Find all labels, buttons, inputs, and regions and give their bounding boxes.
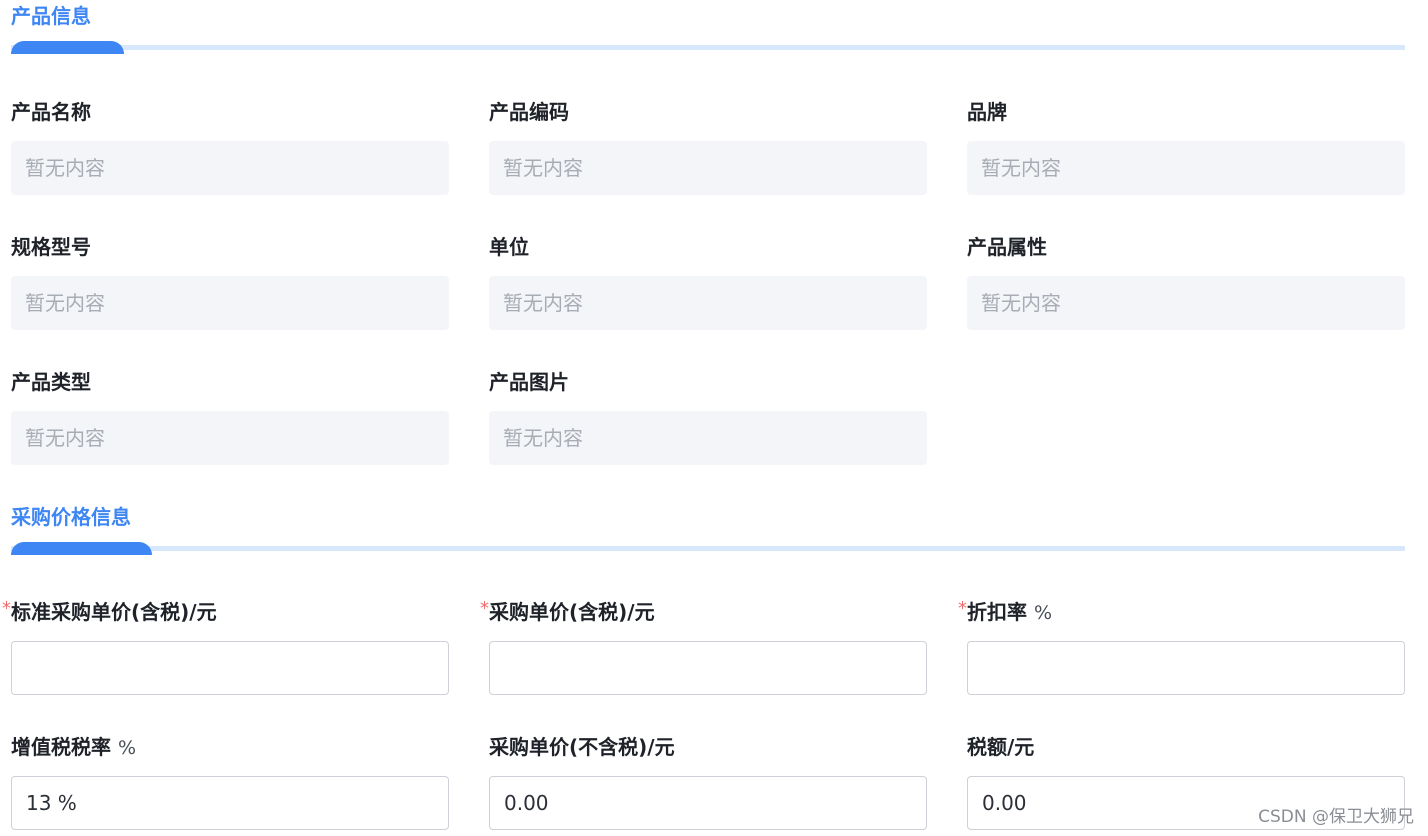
- product-image-display: 暂无内容: [489, 411, 927, 465]
- field-purchase-price-tax-incl: * 采购单价(含税)/元: [480, 598, 927, 695]
- field-spec-model: 规格型号 暂无内容: [11, 235, 449, 330]
- field-label: 采购单价(不含税)/元: [489, 735, 675, 759]
- field-product-code: 产品编码 暂无内容: [489, 100, 927, 195]
- discount-rate-input[interactable]: [967, 641, 1405, 695]
- section-divider: [11, 41, 1405, 54]
- required-mark: *: [2, 598, 11, 619]
- field-label: 增值税税率 %: [11, 735, 137, 759]
- purchase-price-tax-incl-input[interactable]: [489, 641, 927, 695]
- vat-rate-input[interactable]: 13 %: [11, 776, 449, 830]
- field-label: 产品编码: [489, 100, 569, 124]
- required-mark: *: [958, 598, 967, 619]
- field-vat-rate: 增值税税率 % 13 %: [11, 735, 449, 830]
- field-label: * 折扣率 %: [958, 598, 1053, 624]
- field-discount-rate: * 折扣率 %: [958, 598, 1405, 695]
- brand-display: 暂无内容: [967, 141, 1405, 195]
- unit-label: %: [1033, 602, 1053, 624]
- purchase-price-section-header: 采购价格信息: [11, 505, 1405, 555]
- field-product-name: 产品名称 暂无内容: [11, 100, 449, 195]
- field-standard-purchase-price: * 标准采购单价(含税)/元: [2, 598, 449, 695]
- field-label: 单位: [489, 235, 529, 259]
- field-product-attribute: 产品属性 暂无内容: [967, 235, 1405, 330]
- product-name-display: 暂无内容: [11, 141, 449, 195]
- field-label: 规格型号: [11, 235, 91, 259]
- watermark: CSDN @保卫大狮兄: [1258, 807, 1414, 827]
- field-label: * 采购单价(含税)/元: [480, 598, 655, 624]
- field-unit: 单位 暂无内容: [489, 235, 927, 330]
- product-code-display: 暂无内容: [489, 141, 927, 195]
- section-divider: [11, 542, 1405, 555]
- field-label: * 标准采购单价(含税)/元: [2, 598, 217, 624]
- field-product-type: 产品类型 暂无内容: [11, 370, 449, 465]
- section-title-purchase-price: 采购价格信息: [11, 505, 131, 529]
- product-attribute-display: 暂无内容: [967, 276, 1405, 330]
- section-title-product-info: 产品信息: [11, 4, 91, 28]
- unit-label: %: [117, 737, 137, 759]
- standard-purchase-price-input[interactable]: [11, 641, 449, 695]
- field-label: 产品属性: [967, 235, 1047, 259]
- field-label: 产品图片: [489, 370, 569, 394]
- field-label: 品牌: [967, 100, 1007, 124]
- required-mark: *: [480, 598, 489, 619]
- spec-model-display: 暂无内容: [11, 276, 449, 330]
- unit-display: 暂无内容: [489, 276, 927, 330]
- product-type-display: 暂无内容: [11, 411, 449, 465]
- field-brand: 品牌 暂无内容: [967, 100, 1405, 195]
- product-info-section-header: 产品信息: [11, 4, 1405, 54]
- field-label: 税额/元: [967, 735, 1035, 759]
- field-purchase-price-tax-excl: 采购单价(不含税)/元 0.00: [489, 735, 927, 830]
- purchase-price-tax-excl-input[interactable]: 0.00: [489, 776, 927, 830]
- field-label: 产品类型: [11, 370, 91, 394]
- field-product-image: 产品图片 暂无内容: [489, 370, 927, 465]
- field-label: 产品名称: [11, 100, 91, 124]
